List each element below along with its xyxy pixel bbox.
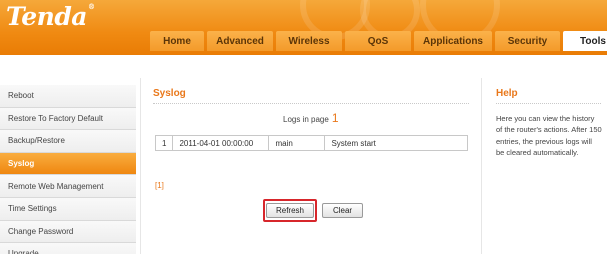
sidebar-item-backup-restore[interactable]: Backup/Restore — [0, 130, 136, 153]
log-type: main — [268, 135, 326, 151]
header-bar: Tenda® Home Advanced Wireless QoS Applic… — [0, 0, 607, 55]
tab-security[interactable]: Security — [495, 31, 560, 51]
title-divider — [153, 103, 469, 104]
help-divider — [496, 103, 601, 104]
logs-page-number: 1 — [331, 111, 339, 125]
syslog-panel: Syslog Logs in page 1 1 2011-04-01 00:00:… — [140, 78, 482, 254]
refresh-button[interactable]: Refresh — [266, 203, 314, 218]
help-title: Help — [496, 88, 518, 99]
sidebar-item-syslog[interactable]: Syslog — [0, 152, 136, 176]
clear-button[interactable]: Clear — [322, 203, 363, 218]
tab-tools[interactable]: Tools — [563, 31, 607, 51]
tab-qos[interactable]: QoS — [345, 31, 411, 51]
sidebar-item-change-password[interactable]: Change Password — [0, 220, 136, 244]
log-time: 2011-04-01 00:00:00 — [172, 135, 270, 151]
sidebar-item-time-settings[interactable]: Time Settings — [0, 197, 136, 221]
logs-in-page-label: Logs in page — [283, 115, 329, 124]
tab-home[interactable]: Home — [150, 31, 204, 51]
tenda-logo[interactable]: Tenda® — [6, 2, 95, 31]
log-message: System start — [324, 135, 468, 151]
log-table: 1 2011-04-01 00:00:00 main System start — [154, 135, 468, 151]
sidebar-item-restore-factory-default[interactable]: Restore To Factory Default — [0, 107, 136, 131]
help-panel: Help Here you can view the history of th… — [486, 78, 607, 254]
tab-applications[interactable]: Applications — [414, 31, 492, 51]
page-link[interactable]: [1] — [155, 181, 164, 190]
tab-advanced[interactable]: Advanced — [207, 31, 273, 51]
sidebar-item-reboot[interactable]: Reboot — [0, 85, 136, 108]
table-row: 1 2011-04-01 00:00:00 main System start — [154, 135, 468, 151]
sidebar-item-upgrade[interactable]: Upgrade — [0, 243, 136, 254]
tab-wireless[interactable]: Wireless — [276, 31, 342, 51]
sidebar: Reboot Restore To Factory Default Backup… — [0, 85, 136, 254]
page-title: Syslog — [153, 88, 186, 99]
help-text: Here you can view the history of the rou… — [496, 114, 602, 157]
log-index: 1 — [154, 135, 174, 151]
logs-in-page: Logs in page 1 — [283, 111, 339, 125]
main-nav: Home Advanced Wireless QoS Applications … — [150, 31, 607, 51]
sidebar-item-remote-web-management[interactable]: Remote Web Management — [0, 175, 136, 198]
